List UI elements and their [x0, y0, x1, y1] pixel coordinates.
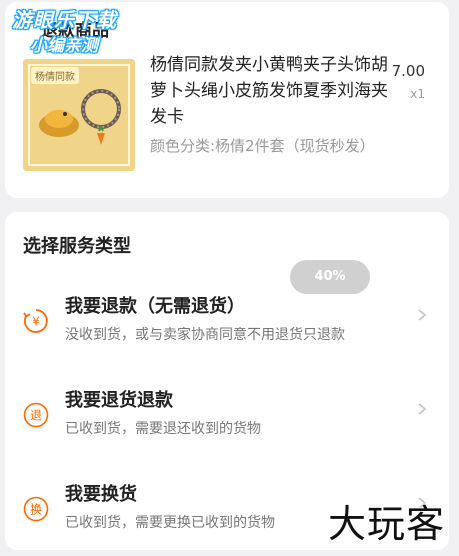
- chevron-right-icon: [418, 403, 427, 415]
- thumb-caption: 杨倩同款: [31, 67, 79, 84]
- product-thumbnail[interactable]: 杨倩同款: [23, 59, 135, 171]
- svg-text:¥: ¥: [32, 315, 40, 329]
- watermark-logo: 游眼乐下载 小编亲测: [12, 4, 117, 56]
- service-type-heading: 选择服务类型: [23, 236, 131, 257]
- svg-text:换: 换: [30, 503, 42, 517]
- option-description: 已收到货，需要更换已收到的货物: [65, 515, 275, 531]
- option-title: 我要退货退款: [65, 390, 173, 411]
- product-price: 7.00: [391, 62, 425, 80]
- watermark-line1: 游眼乐下载: [12, 8, 117, 32]
- yen-return-icon: ¥: [23, 309, 48, 333]
- product-title[interactable]: 杨倩同款发夹小黄鸭夹子头饰胡萝卜头绳小皮筋发饰夏季刘海夹发卡: [150, 52, 400, 130]
- option-title: 我要换货: [65, 484, 137, 505]
- progress-badge: 40%: [290, 260, 370, 294]
- option-description: 没收到货，或与卖家协商同意不用退货只退款: [65, 327, 345, 343]
- exchange-icon: 换: [23, 496, 49, 522]
- brand-watermark: 大玩客: [327, 502, 445, 546]
- product-spec: 颜色分类:杨倩2件套（现货秒发）: [150, 137, 375, 155]
- option-title: 我要退款（无需退货）: [65, 296, 245, 317]
- return-icon: 退: [23, 402, 49, 428]
- product-quantity: x1: [410, 87, 425, 101]
- svg-text:退: 退: [30, 409, 42, 423]
- option-refund-only[interactable]: ¥ 我要退款（无需退货） 没收到货，或与卖家协商同意不用退货只退款: [5, 292, 449, 362]
- chevron-right-icon: [418, 309, 427, 321]
- option-return-refund[interactable]: 退 我要退货退款 已收到货，需要退还收到的货物: [5, 386, 449, 456]
- option-description: 已收到货，需要退还收到的货物: [65, 421, 261, 437]
- watermark-line2: 小编亲测: [30, 36, 98, 56]
